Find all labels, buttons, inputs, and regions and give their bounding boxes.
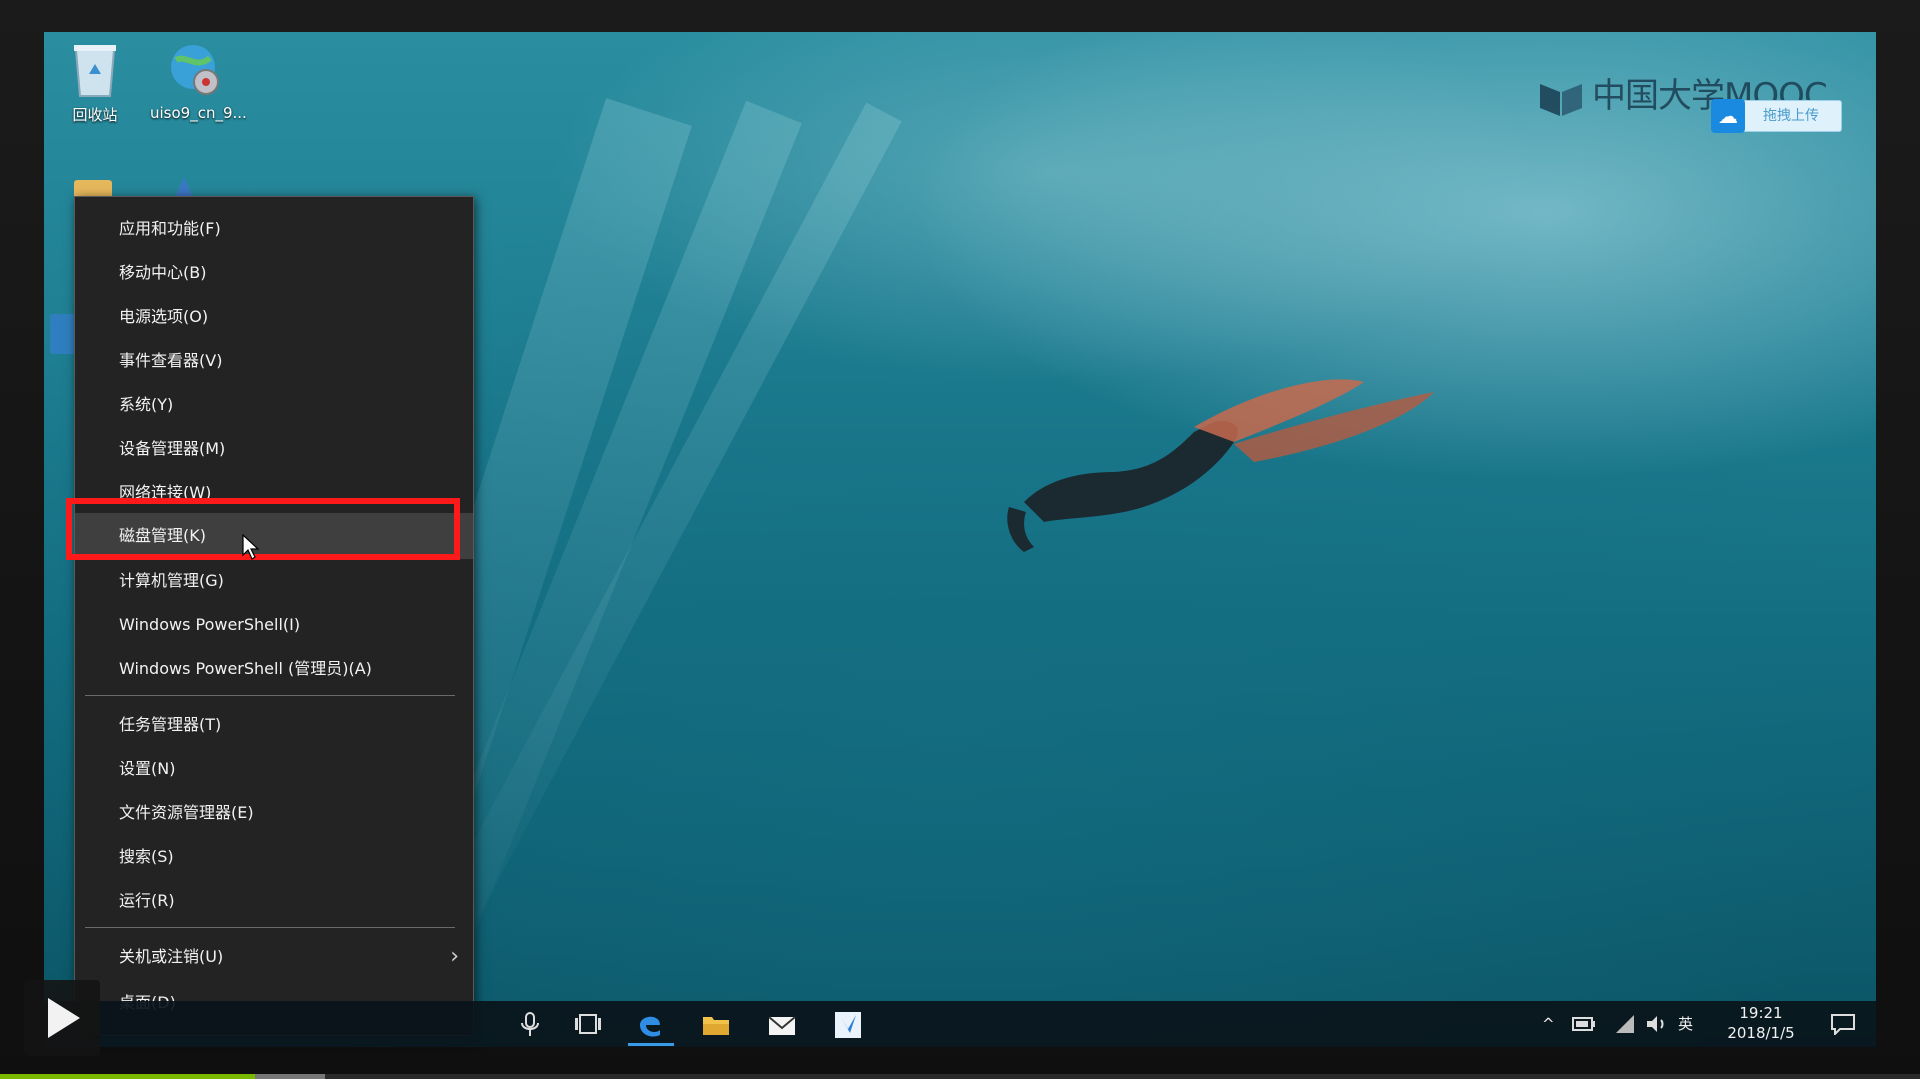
menu-item-label: 设备管理器(M)	[119, 439, 226, 458]
ultraiso-icon	[171, 45, 219, 95]
menu-item-power-options[interactable]: 电源选项(O)	[75, 297, 473, 337]
mooc-logo-icon	[1540, 83, 1582, 116]
clock-time: 19:21	[1739, 1004, 1783, 1022]
desktop-icon-label: uiso9_cn_9...	[150, 104, 247, 122]
menu-item-label: 电源选项(O)	[119, 307, 209, 326]
upload-button[interactable]: ☁ 拖拽上传	[1711, 99, 1842, 133]
mail-icon[interactable]	[766, 1009, 798, 1039]
menu-item-label: 事件查看器(V)	[119, 351, 223, 370]
annotation-highlight-box	[66, 498, 460, 560]
menu-item-computer-management[interactable]: 计算机管理(G)	[75, 561, 473, 601]
chevron-right-icon: ›	[450, 944, 459, 969]
microphone-icon[interactable]	[514, 1009, 546, 1039]
menu-item-powershell[interactable]: Windows PowerShell(I)	[75, 605, 473, 645]
system-clock[interactable]: 19:21 2018/1/5	[1716, 1003, 1806, 1043]
edge-icon[interactable]	[634, 1009, 666, 1039]
menu-item-mobility-center[interactable]: 移动中心(B)	[75, 253, 473, 293]
file-explorer-icon[interactable]	[700, 1009, 732, 1039]
play-icon	[48, 998, 80, 1038]
menu-item-event-viewer[interactable]: 事件查看器(V)	[75, 341, 473, 381]
taskbar: ^ 英 19:21 2018/1/5	[44, 1001, 1876, 1047]
menu-separator	[85, 927, 455, 928]
desktop-icon-ultraiso[interactable]: uiso9_cn_9...	[150, 40, 247, 122]
menu-item-label: 移动中心(B)	[119, 263, 207, 282]
menu-item-shutdown-signout[interactable]: 关机或注销(U) ›	[75, 937, 473, 977]
cloud-upload-icon: ☁	[1711, 99, 1745, 133]
diver-wallpaper-image	[1007, 379, 1434, 552]
action-center-icon[interactable]	[1830, 1013, 1856, 1035]
desktop-icon-label: 回收站	[72, 106, 118, 124]
volume-icon[interactable]	[1644, 1013, 1668, 1035]
menu-item-label: 文件资源管理器(E)	[119, 803, 254, 822]
menu-item-search[interactable]: 搜索(S)	[75, 837, 473, 877]
desktop-icon-partial[interactable]	[50, 314, 76, 354]
recycle-bin-icon	[74, 45, 116, 97]
menu-item-settings[interactable]: 设置(N)	[75, 749, 473, 789]
store-icon[interactable]	[832, 1009, 864, 1039]
tray-overflow-chevron-icon[interactable]: ^	[1542, 1001, 1555, 1047]
menu-item-task-manager[interactable]: 任务管理器(T)	[75, 705, 473, 745]
mouse-cursor-icon	[242, 534, 260, 560]
menu-item-label: 系统(Y)	[119, 395, 174, 414]
menu-item-apps-features[interactable]: 应用和功能(F)	[75, 209, 473, 249]
menu-item-label: 设置(N)	[119, 759, 176, 778]
menu-separator	[85, 695, 455, 696]
menu-item-label: Windows PowerShell(I)	[119, 615, 301, 634]
battery-icon[interactable]	[1572, 1015, 1596, 1033]
menu-item-label: 关机或注销(U)	[119, 947, 224, 966]
upload-label: 拖拽上传	[1763, 108, 1819, 124]
video-progress-fill	[0, 1074, 255, 1079]
menu-item-label: 任务管理器(T)	[119, 715, 222, 734]
menu-item-file-explorer[interactable]: 文件资源管理器(E)	[75, 793, 473, 833]
menu-item-system[interactable]: 系统(Y)	[75, 385, 473, 425]
desktop-icon-recycle-bin[interactable]: 回收站	[50, 40, 140, 125]
menu-item-label: 搜索(S)	[119, 847, 174, 866]
video-play-button[interactable]	[24, 980, 100, 1056]
network-icon[interactable]	[1614, 1013, 1636, 1035]
menu-item-run[interactable]: 运行(R)	[75, 881, 473, 921]
winx-context-menu: 应用和功能(F) 移动中心(B) 电源选项(O) 事件查看器(V) 系统(Y) …	[74, 196, 474, 1036]
menu-item-powershell-admin[interactable]: Windows PowerShell (管理员)(A)	[75, 649, 473, 689]
menu-item-device-manager[interactable]: 设备管理器(M)	[75, 429, 473, 469]
menu-item-label: Windows PowerShell (管理员)(A)	[119, 659, 372, 678]
ime-indicator[interactable]: 英	[1678, 1001, 1693, 1047]
clock-date: 2018/1/5	[1727, 1024, 1795, 1042]
menu-item-label: 运行(R)	[119, 891, 175, 910]
menu-item-label: 应用和功能(F)	[119, 219, 221, 238]
active-app-indicator	[628, 1043, 674, 1046]
menu-item-label: 计算机管理(G)	[119, 571, 224, 590]
video-buffer-bar	[255, 1074, 325, 1079]
task-view-icon[interactable]	[572, 1009, 604, 1039]
